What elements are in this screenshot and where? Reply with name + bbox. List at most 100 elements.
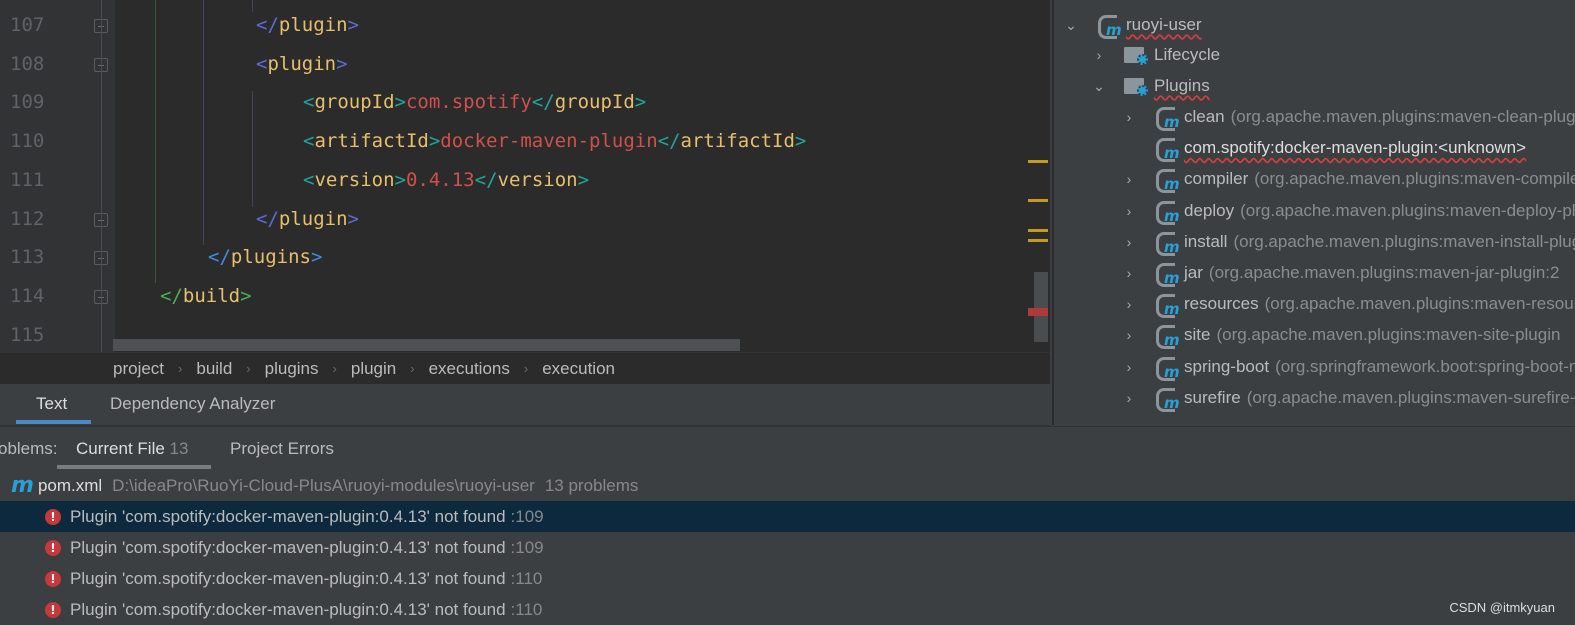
- warning-marker[interactable]: [1028, 160, 1048, 163]
- chevron-right-icon[interactable]: ›: [1122, 234, 1136, 250]
- code-line: </plugin>: [256, 208, 359, 230]
- tab-project-errors[interactable]: Project Errors: [230, 439, 334, 459]
- chevron-right-icon: ›: [246, 361, 251, 376]
- code-token: plugin: [278, 207, 348, 230]
- line-number: 107: [10, 14, 45, 36]
- problem-line: :110: [510, 568, 543, 588]
- plugin-detail: (org.apache.maven.plugins:maven-site-plu…: [1216, 325, 1561, 345]
- chevron-right-icon: ›: [178, 361, 183, 376]
- code-token: <: [256, 52, 268, 75]
- tree-item-plugin[interactable]: › m jar (org.apache.maven.plugins:maven-jar…: [1122, 258, 1560, 288]
- breadcrumb-item[interactable]: executions: [429, 359, 510, 379]
- warning-marker[interactable]: [1028, 199, 1048, 202]
- problem-row[interactable]: ! Plugin 'com.spotify:docker-maven-plugin…: [0, 501, 1575, 532]
- chevron-right-icon[interactable]: ›: [1122, 359, 1136, 375]
- tree-item-plugin[interactable]: › m clean (org.apache.maven.plugins:maven-c…: [1122, 102, 1575, 132]
- code-line: <groupId>com.spotify</groupId>: [303, 91, 646, 113]
- breadcrumb-item[interactable]: plugins: [265, 359, 319, 379]
- problems-panel: oblems: Current File 13 Project Errors m…: [0, 426, 1575, 625]
- error-marker[interactable]: [1028, 308, 1048, 316]
- plugin-name: site: [1184, 325, 1211, 345]
- maven-plugin-icon: m: [1154, 323, 1180, 350]
- code-token: artifactId: [680, 130, 795, 153]
- error-icon: !: [45, 508, 61, 525]
- lifecycle-folder-icon: [1124, 43, 1150, 67]
- maven-plugin-icon: m: [1154, 292, 1180, 319]
- vertical-scrollbar[interactable]: [1034, 272, 1048, 342]
- chevron-right-icon[interactable]: ›: [1122, 109, 1136, 125]
- plugin-name: compiler: [1184, 169, 1249, 189]
- tree-item-plugin[interactable]: › m site (org.apache.maven.plugins:maven-si…: [1122, 320, 1560, 350]
- tree-item-plugin[interactable]: › m install (org.apache.maven.plugins:maven…: [1122, 227, 1575, 257]
- problem-message: Plugin 'com.spotify:docker-maven-plugin:…: [70, 568, 506, 588]
- chevron-right-icon[interactable]: ›: [1092, 47, 1106, 63]
- plugin-detail: (org.springframework.boot:spring-boot-ma…: [1275, 356, 1575, 376]
- code-token: build: [182, 284, 241, 307]
- chevron-right-icon[interactable]: ›: [1122, 327, 1136, 343]
- chevron-right-icon[interactable]: ›: [1122, 171, 1136, 187]
- code-token: artifactId: [314, 130, 429, 153]
- code-editor[interactable]: 107108109110111112113114115 </executions…: [0, 0, 1050, 352]
- tree-item-lifecycle[interactable]: › Lifecycle: [1092, 40, 1220, 70]
- problem-row[interactable]: ! Plugin 'com.spotify:docker-maven-plugin…: [0, 532, 1575, 563]
- code-token: version: [314, 168, 395, 191]
- problem-line: :110: [510, 599, 543, 619]
- tree-item-plugins[interactable]: ⌄ Plugins: [1092, 71, 1210, 101]
- active-tab-indicator: [16, 420, 91, 424]
- code-token: </: [256, 207, 279, 230]
- plugin-name: install: [1184, 231, 1228, 251]
- breadcrumb-item[interactable]: project: [113, 359, 164, 379]
- problem-file-row[interactable]: m pom.xml D:\ideaPro\RuoYi-Cloud-PlusA\r…: [0, 470, 1575, 501]
- tree-item-plugin[interactable]: › m resources (org.apache.maven.plugins:mav…: [1122, 289, 1575, 319]
- tree-item-plugin[interactable]: m com.spotify:docker-maven-plugin:<unknow…: [1122, 133, 1526, 163]
- chevron-right-icon[interactable]: ›: [1122, 203, 1136, 219]
- code-line: </plugins>: [208, 246, 322, 268]
- breadcrumb-item[interactable]: build: [196, 359, 232, 379]
- code-token: com.spotify: [405, 91, 532, 114]
- maven-plugin-icon: m: [1154, 386, 1180, 412]
- chevron-down-icon[interactable]: ⌄: [1092, 78, 1106, 95]
- active-tab-indicator: [57, 465, 211, 469]
- code-line: </build>: [160, 285, 252, 307]
- tree-item-plugin[interactable]: › m compiler (org.apache.maven.plugins:mave…: [1122, 164, 1575, 194]
- code-token: </: [531, 91, 555, 114]
- problem-line: :109: [510, 506, 544, 526]
- plugin-name: surefire: [1184, 387, 1241, 407]
- breadcrumb-item[interactable]: execution: [542, 359, 615, 379]
- problem-row[interactable]: ! Plugin 'com.spotify:docker-maven-plugin…: [0, 594, 1575, 625]
- problems-label: oblems:: [0, 439, 58, 458]
- code-token: </: [208, 246, 231, 269]
- code-token: >: [634, 91, 647, 114]
- code-token: </: [657, 130, 681, 153]
- warning-marker[interactable]: [1028, 229, 1048, 232]
- problem-line: :109: [510, 537, 544, 557]
- chevron-right-icon[interactable]: ›: [1122, 296, 1136, 312]
- maven-plugin-icon: m: [1154, 355, 1180, 381]
- tree-item-plugin[interactable]: › m deploy (org.apache.maven.plugins:maven-…: [1122, 196, 1575, 226]
- code-token: </: [474, 168, 498, 191]
- plugin-detail: (org.apache.maven.plugins:maven-jar-plug…: [1208, 263, 1560, 282]
- breadcrumb-item[interactable]: plugin: [351, 359, 396, 379]
- tab-dependency-analyzer[interactable]: Dependency Analyzer: [110, 394, 275, 414]
- tree-item-plugin[interactable]: › m spring-boot (org.springframework.boot:s…: [1122, 352, 1575, 382]
- plugin-name: spring-boot: [1184, 356, 1270, 376]
- code-token: groupId: [554, 91, 635, 114]
- maven-file-icon: m: [11, 473, 34, 498]
- warning-marker[interactable]: [1028, 239, 1048, 242]
- chevron-right-icon[interactable]: ›: [1122, 265, 1136, 281]
- plugin-detail: (org.apache.maven.plugins:maven-install-…: [1233, 231, 1575, 251]
- tree-item-plugin[interactable]: › m surefire (org.apache.maven.plugins:mave…: [1122, 383, 1575, 413]
- horizontal-scrollbar[interactable]: [113, 339, 740, 351]
- tree-item-module[interactable]: ⌄ m ruoyi-user: [1064, 10, 1202, 40]
- code-line: <plugin>: [256, 53, 348, 75]
- code-line: </plugin>: [256, 14, 359, 36]
- editor-tabs: Text Dependency Analyzer: [0, 384, 1050, 426]
- problem-row[interactable]: ! Plugin 'com.spotify:docker-maven-plugin…: [0, 563, 1575, 594]
- code-token: >: [347, 207, 359, 230]
- code-token: plugins: [230, 246, 311, 269]
- chevron-right-icon: ›: [332, 361, 337, 376]
- chevron-down-icon[interactable]: ⌄: [1064, 17, 1078, 34]
- tab-current-file[interactable]: Current File 13: [76, 439, 188, 459]
- tab-text[interactable]: Text: [36, 394, 67, 414]
- chevron-right-icon[interactable]: ›: [1122, 390, 1136, 406]
